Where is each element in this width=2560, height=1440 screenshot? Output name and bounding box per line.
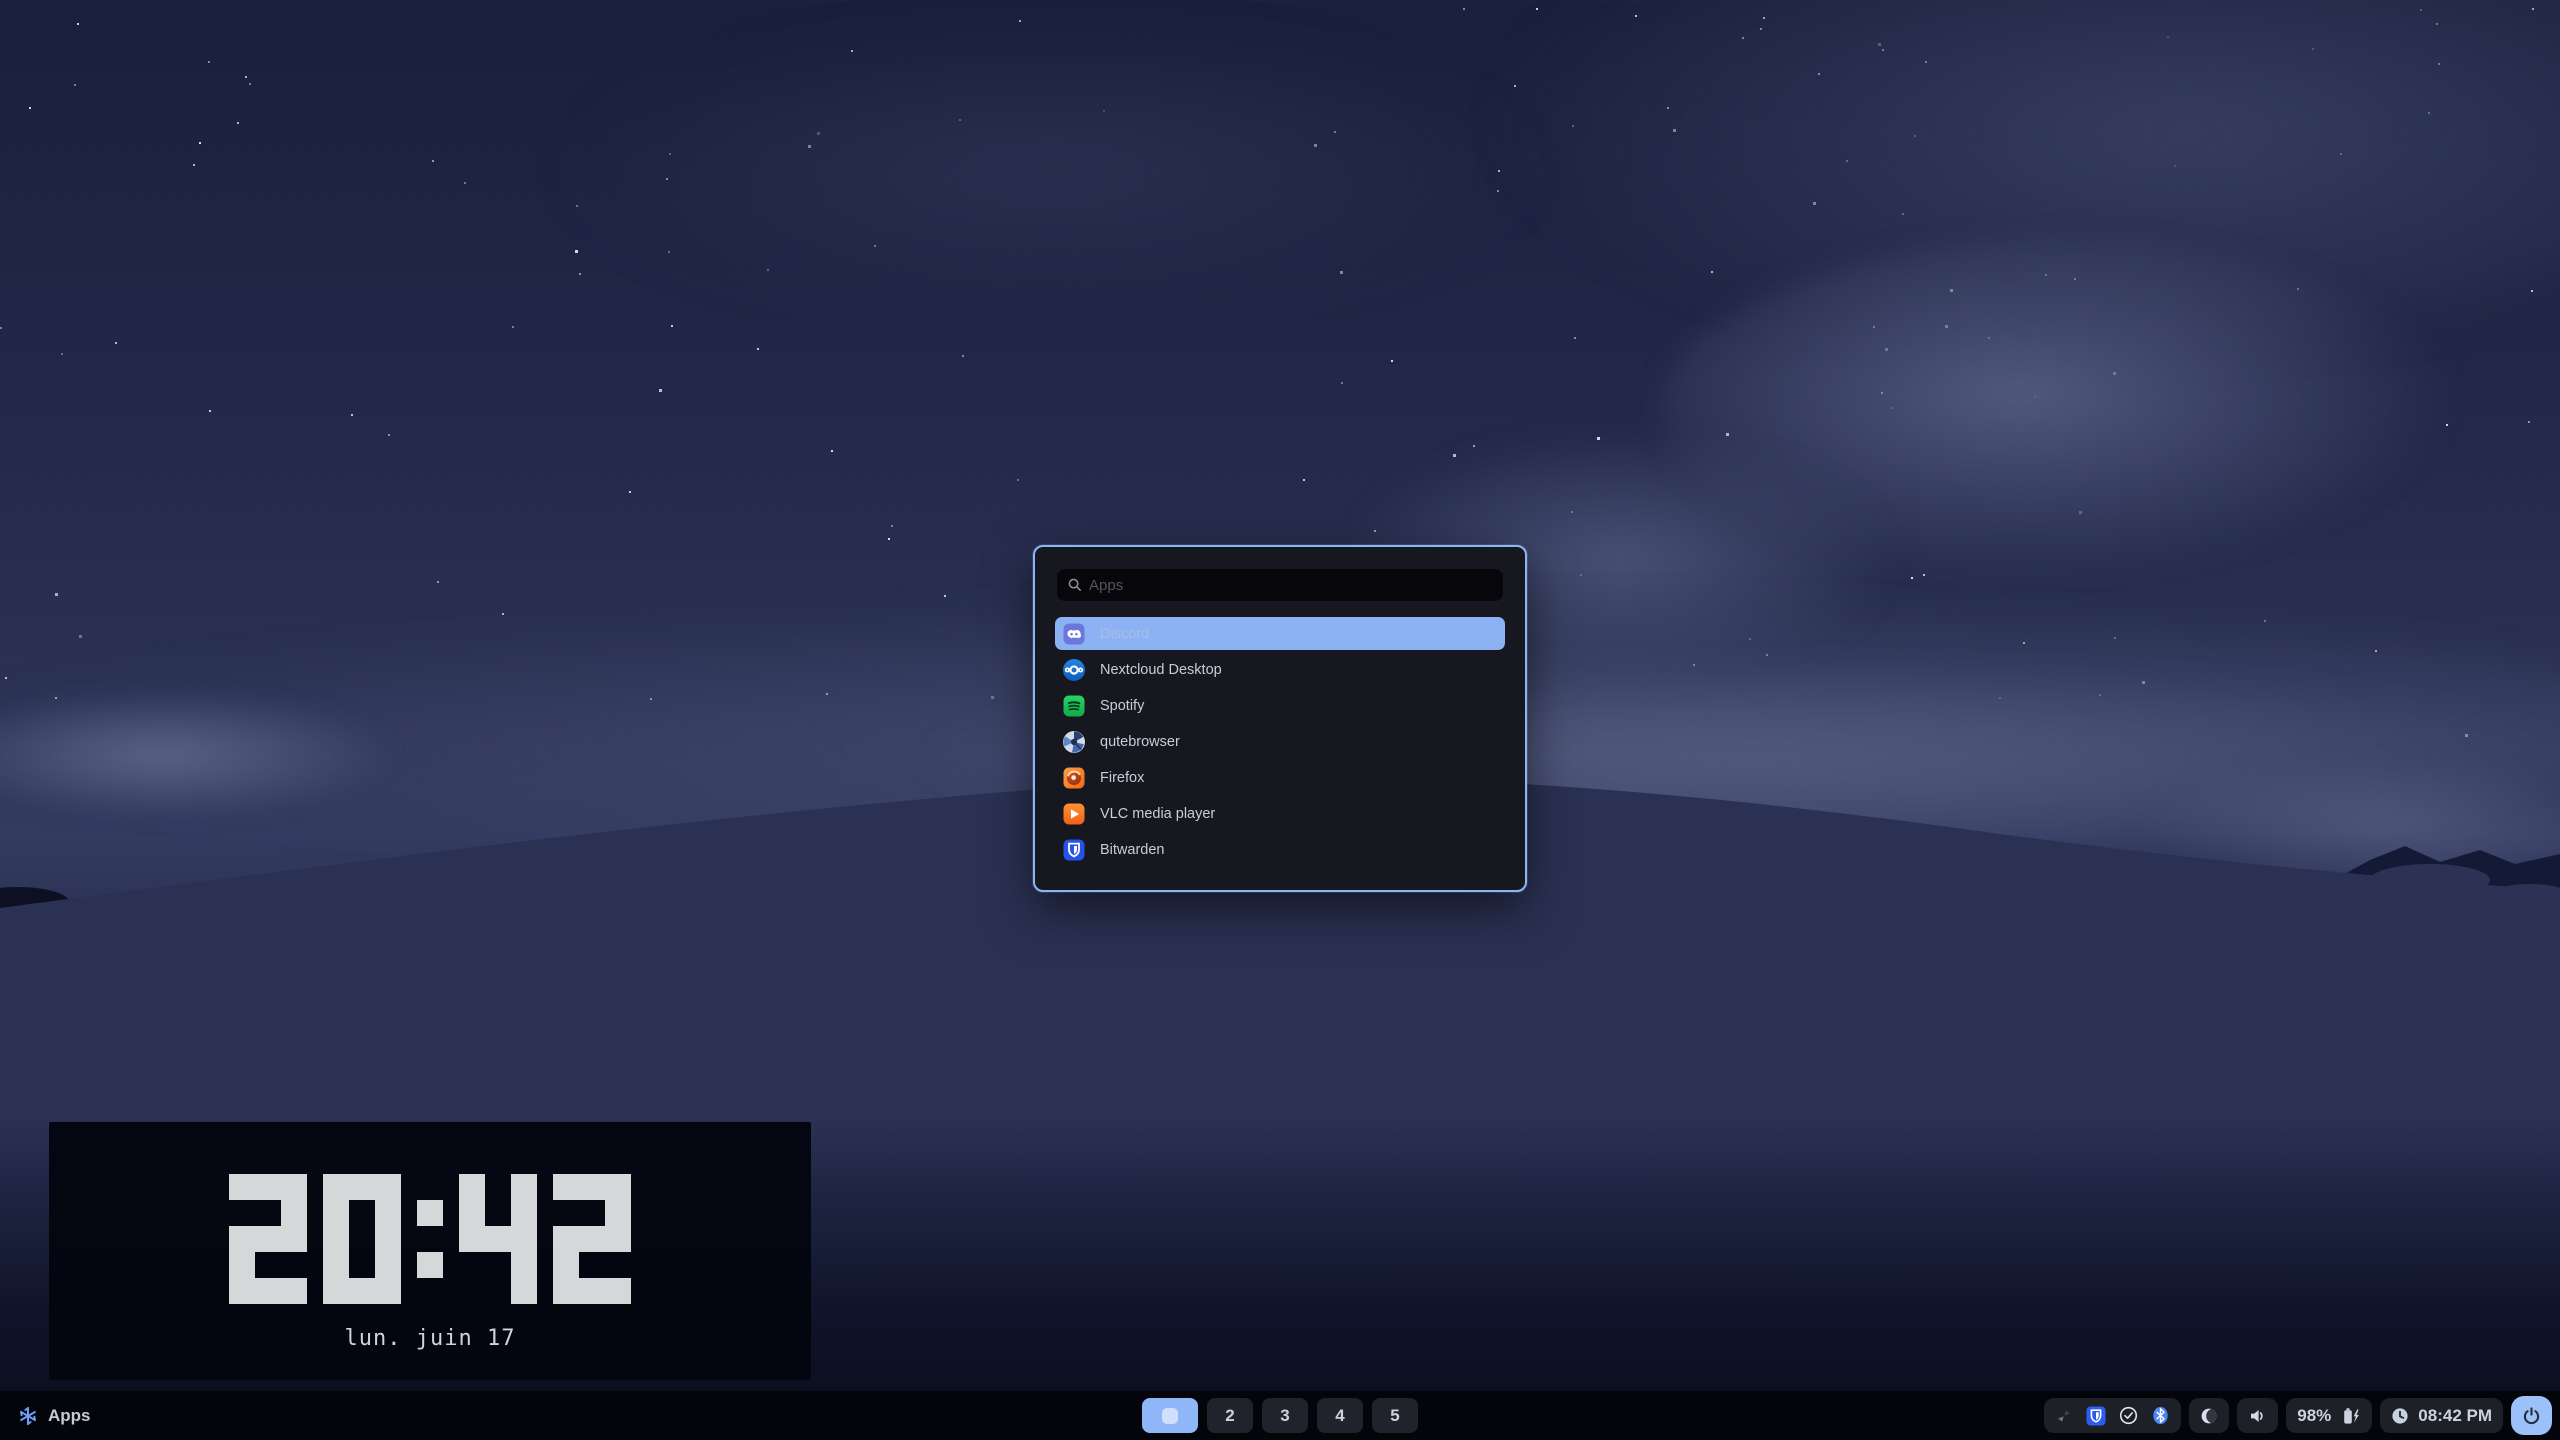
bitwarden-tray-icon[interactable] — [2086, 1406, 2106, 1426]
spotify-icon — [1063, 695, 1085, 717]
launcher-item-spotify[interactable]: Spotify — [1055, 689, 1505, 722]
nix-snowflake-icon — [18, 1406, 38, 1426]
cloud — [2130, 760, 2560, 890]
tray-icons-group — [2044, 1398, 2181, 1433]
system-tray: 98% 08:42 PM — [2044, 1396, 2552, 1435]
launcher-item-label: Firefox — [1100, 770, 1144, 786]
workspace-button-2[interactable]: 2 — [1207, 1398, 1253, 1433]
apps-menu-button[interactable]: Apps — [18, 1406, 91, 1426]
power-icon — [2522, 1406, 2541, 1425]
launcher-item-label: qutebrowser — [1100, 734, 1180, 750]
launcher-item-label: VLC media player — [1100, 806, 1215, 822]
workspace-switcher: 2 3 4 5 — [1142, 1398, 1418, 1433]
app-launcher: Discord Nextcloud Desktop — [1033, 545, 1527, 892]
workspace-occupied-indicator — [1162, 1408, 1178, 1424]
check-circle-icon[interactable] — [2119, 1406, 2138, 1425]
apps-button-label: Apps — [48, 1406, 91, 1426]
clock-icon — [2391, 1407, 2409, 1425]
launcher-item-vlc[interactable]: VLC media player — [1055, 797, 1505, 830]
launcher-item-bitwarden[interactable]: Bitwarden — [1055, 833, 1505, 866]
workspace-button-4[interactable]: 4 — [1317, 1398, 1363, 1433]
launcher-item-firefox[interactable]: Firefox — [1055, 761, 1505, 794]
cloud — [560, 30, 1540, 310]
search-icon — [1067, 577, 1083, 593]
bush — [0, 887, 70, 919]
bitwarden-icon — [1063, 839, 1085, 861]
night-light-group — [2189, 1398, 2229, 1433]
cloud — [0, 690, 400, 820]
bluetooth-icon[interactable] — [2151, 1406, 2170, 1425]
night-light-icon[interactable] — [2200, 1407, 2218, 1425]
battery-charging-icon — [2340, 1406, 2361, 1426]
battery-group[interactable]: 98% — [2286, 1398, 2372, 1433]
clock-widget-date: lun. juin 17 — [345, 1326, 516, 1351]
workspace-button-3[interactable]: 3 — [1262, 1398, 1308, 1433]
launcher-item-label: Bitwarden — [1100, 842, 1164, 858]
battery-percent: 98% — [2297, 1406, 2331, 1426]
launcher-search[interactable] — [1057, 569, 1503, 601]
launcher-item-label: Nextcloud Desktop — [1100, 662, 1222, 678]
cloud — [1500, 0, 2560, 340]
launcher-item-qutebrowser[interactable]: qutebrowser — [1055, 725, 1505, 758]
launcher-app-list: Discord Nextcloud Desktop — [1055, 617, 1505, 866]
clock-group[interactable]: 08:42 PM — [2380, 1398, 2503, 1433]
power-button[interactable] — [2511, 1396, 2552, 1435]
qutebrowser-icon — [1063, 731, 1085, 753]
launcher-item-discord[interactable]: Discord — [1055, 617, 1505, 650]
cloud — [1660, 240, 2460, 580]
workspace-button-1[interactable] — [1142, 1398, 1198, 1433]
launcher-item-label: Discord — [1100, 626, 1149, 642]
desktop-clock-widget: lun. juin 17 — [49, 1122, 811, 1380]
vlc-icon — [1063, 803, 1085, 825]
firefox-icon — [1063, 767, 1085, 789]
sync-arrows-icon[interactable] — [2055, 1407, 2073, 1425]
discord-icon — [1063, 623, 1085, 645]
taskbar: Apps 2 3 4 5 — [0, 1391, 2560, 1440]
taskbar-clock-time: 08:42 PM — [2418, 1406, 2492, 1426]
search-input[interactable] — [1087, 576, 1493, 595]
launcher-item-label: Spotify — [1100, 698, 1144, 714]
workspace-button-5[interactable]: 5 — [1372, 1398, 1418, 1433]
pixel-clock-time — [229, 1174, 631, 1304]
volume-icon[interactable] — [2248, 1407, 2267, 1425]
nextcloud-icon — [1063, 659, 1085, 681]
distant-ridge — [2060, 846, 2560, 980]
launcher-item-nextcloud[interactable]: Nextcloud Desktop — [1055, 653, 1505, 686]
volume-group — [2237, 1398, 2278, 1433]
